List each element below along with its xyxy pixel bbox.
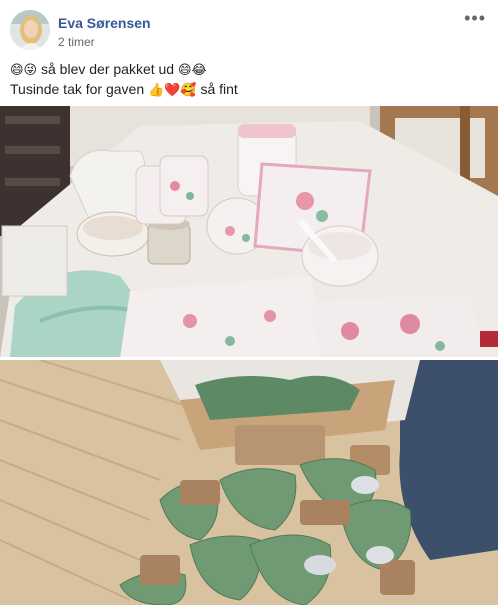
crockery-photo-illustration [0,106,498,358]
post-message: 😄😜 så blev der pakket ud 😄😂 Tusinde tak … [10,60,488,100]
post-line-1-text: så blev der pakket ud [37,61,178,77]
post-line-2-end: så fint [196,81,238,97]
author-name[interactable]: Eva Sørensen [58,15,151,31]
author-avatar[interactable] [10,10,50,50]
post-photo-unpacked-box[interactable] [0,360,498,605]
thumbs-heart-emoji-group: 👍❤️🥰 [148,83,197,98]
box-photo-illustration [0,360,498,605]
laugh-emoji-group: 😄😂 [177,63,207,78]
more-options-icon[interactable]: ••• [464,8,486,29]
avatar-photo [10,10,50,50]
post-line-1: 😄😜 så blev der pakket ud 😄😂 [10,60,488,80]
post-photo-crockery[interactable] [0,106,498,358]
post-line-2-text: Tusinde tak for gaven [10,81,149,97]
post-card: Eva Sørensen 2 timer ••• 😄😜 så blev der … [0,0,498,605]
grin-emoji-group: 😄😜 [10,63,38,78]
post-line-2: Tusinde tak for gaven 👍❤️🥰 så fint [10,80,488,100]
post-header: Eva Sørensen 2 timer ••• [10,8,488,52]
post-timestamp[interactable]: 2 timer [58,35,95,49]
